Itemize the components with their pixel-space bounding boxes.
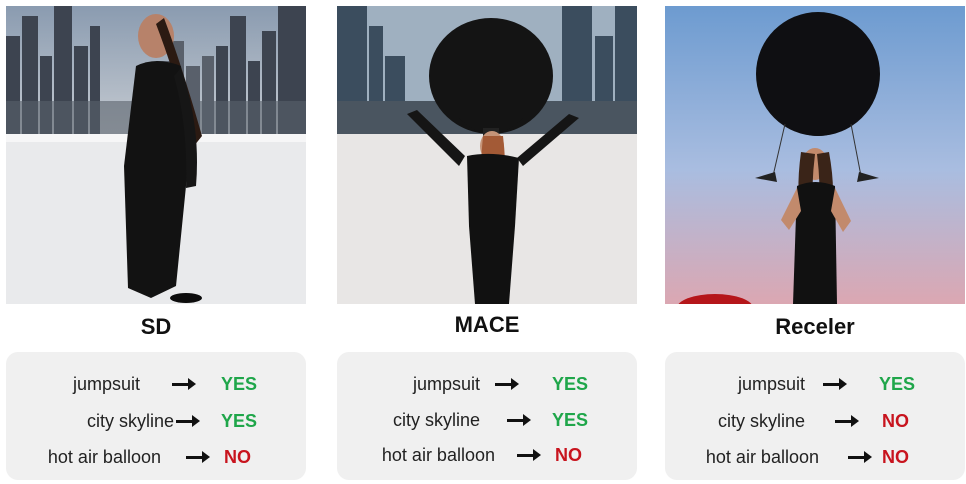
attribute-row: hot air balloon NO (337, 441, 637, 471)
attribute-label: hot air balloon (381, 445, 495, 465)
attribute-row: hot air balloon NO (6, 443, 306, 473)
woman-balloon-sunset-image (665, 6, 965, 304)
attribute-label: jumpsuit (737, 374, 805, 394)
column-sd: SD jumpsuit YES city skyline YES hot air… (6, 0, 306, 484)
arrow-icon (176, 415, 200, 427)
attribute-label: hot air balloon (47, 447, 161, 467)
generated-image-receler (665, 6, 965, 304)
answer-badge: NO (224, 447, 251, 467)
answer-badge: NO (882, 411, 909, 431)
arrow-icon (172, 378, 196, 390)
attribute-row: hot air balloon NO (665, 443, 965, 473)
attribute-label: jumpsuit (412, 374, 480, 394)
attribute-row: city skyline YES (337, 406, 637, 436)
method-title: SD (140, 314, 172, 339)
attribute-label: city skyline (717, 411, 805, 431)
woman-city-skyline-image (6, 6, 306, 304)
arrow-icon (848, 451, 872, 463)
attribute-label: city skyline (392, 410, 480, 430)
arrow-icon (495, 378, 519, 390)
method-title: Receler (775, 314, 855, 339)
answer-badge: YES (552, 374, 589, 394)
answer-badge: YES (221, 374, 258, 394)
answer-badge: NO (555, 445, 582, 465)
arrow-icon (517, 449, 541, 461)
attribute-row: jumpsuit YES (337, 370, 637, 400)
attribute-label: jumpsuit (72, 374, 140, 394)
answer-badge: NO (882, 447, 909, 467)
attribute-panel: jumpsuit YES city skyline YES hot air ba… (6, 352, 306, 480)
answer-badge: YES (221, 411, 258, 431)
woman-balloon-skyline-image (337, 6, 637, 304)
method-title: MACE (454, 312, 520, 337)
attribute-label: city skyline (86, 411, 174, 431)
column-mace: MACE jumpsuit YES city skyline YES hot a… (337, 0, 637, 484)
generated-image-sd (6, 6, 306, 304)
column-receler: Receler jumpsuit YES city skyline NO hot… (665, 0, 965, 484)
attribute-label: hot air balloon (705, 447, 819, 467)
arrow-icon (823, 378, 847, 390)
answer-badge: YES (552, 410, 589, 430)
arrow-icon (507, 414, 531, 426)
arrow-icon (186, 451, 210, 463)
attribute-panel: jumpsuit YES city skyline NO hot air bal… (665, 352, 965, 480)
generated-image-mace (337, 6, 637, 304)
answer-badge: YES (879, 374, 916, 394)
attribute-row: city skyline NO (665, 407, 965, 437)
attribute-row: city skyline YES (6, 407, 306, 437)
attribute-row: jumpsuit YES (6, 370, 306, 400)
arrow-icon (835, 415, 859, 427)
attribute-row: jumpsuit YES (665, 370, 965, 400)
attribute-panel: jumpsuit YES city skyline YES hot air ba… (337, 352, 637, 480)
